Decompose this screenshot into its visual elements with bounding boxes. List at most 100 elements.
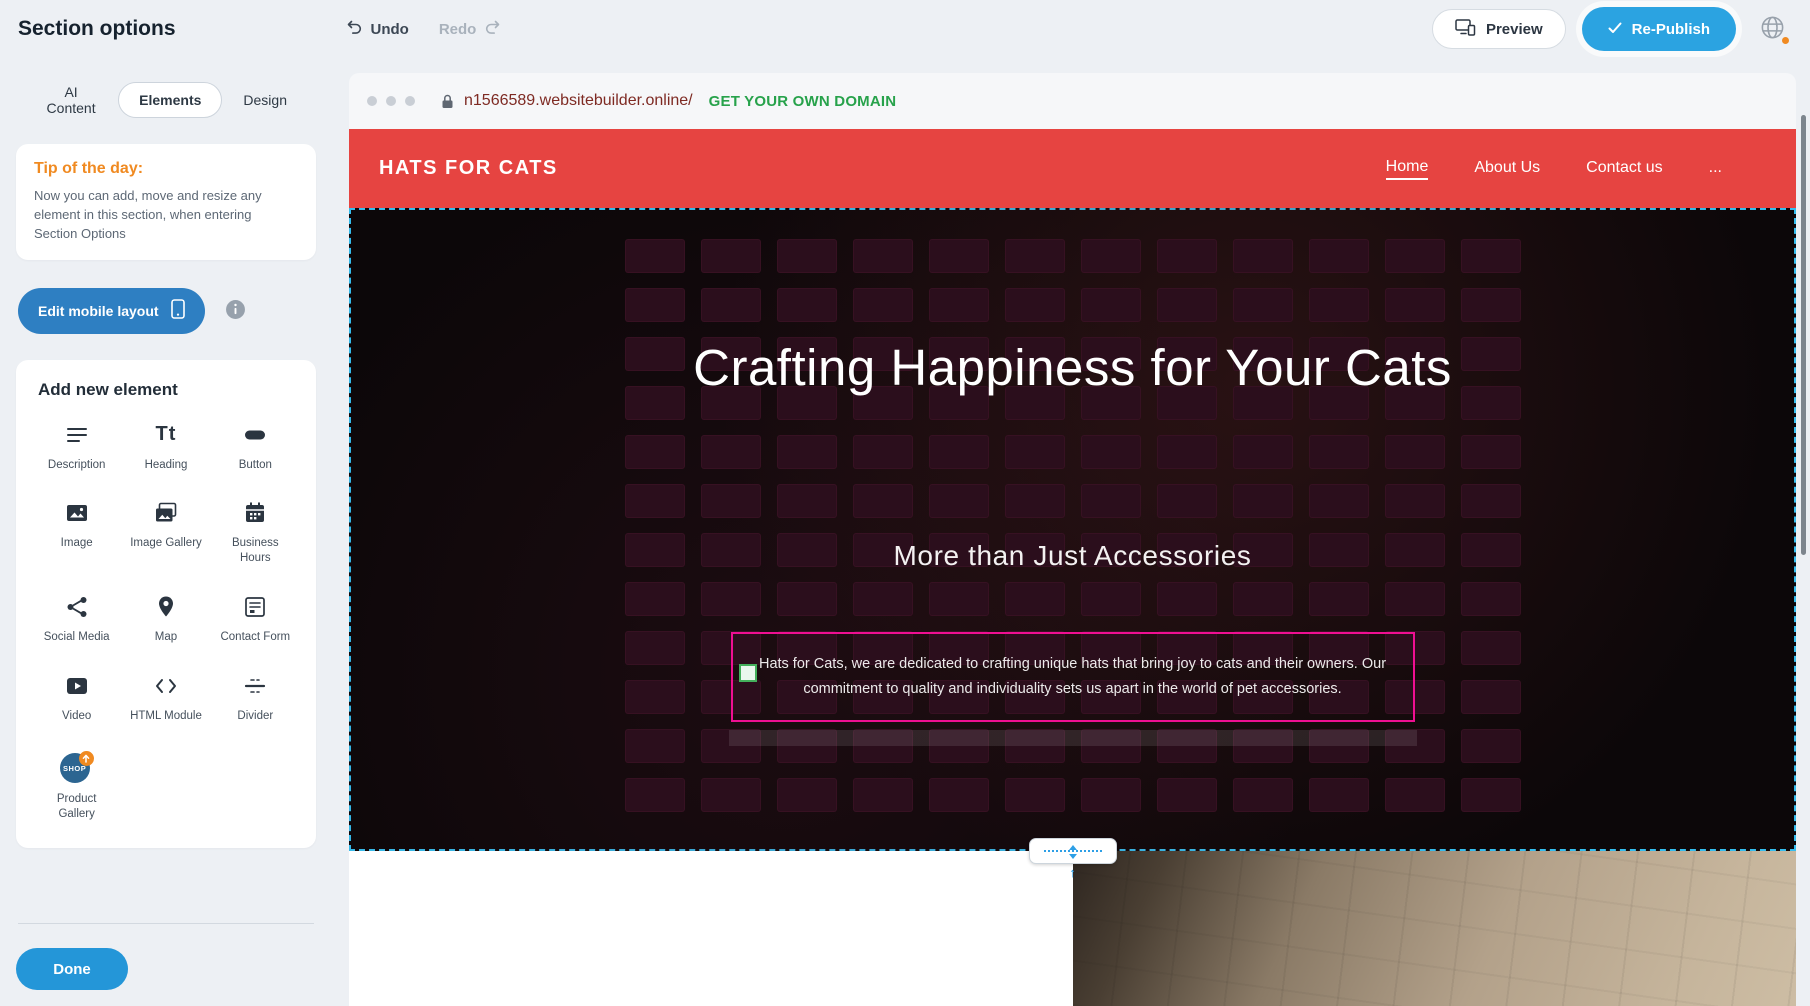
- site-header[interactable]: HATS FOR CATS Home About Us Contact us .…: [349, 129, 1796, 208]
- element-business-hours[interactable]: Business Hours: [211, 498, 300, 566]
- element-video[interactable]: Video: [32, 671, 121, 724]
- devices-icon: [1455, 19, 1476, 40]
- hero-tile: [1005, 435, 1065, 469]
- hero-tile: [1461, 386, 1521, 420]
- section-resize-handle[interactable]: ↑: [1029, 838, 1117, 864]
- html-module-icon: [153, 671, 179, 701]
- selected-text-element[interactable]: Hats for Cats, we are dedicated to craft…: [731, 632, 1415, 722]
- hero-tile: [929, 239, 989, 273]
- hero-tile: [1385, 778, 1445, 812]
- redo-label: Redo: [439, 21, 477, 38]
- tab-elements[interactable]: Elements: [118, 82, 222, 118]
- sidebar-divider: [18, 923, 314, 924]
- hero-section-selected[interactable]: Crafting Happiness for Your Cats More th…: [349, 208, 1796, 851]
- hero-heading[interactable]: Crafting Happiness for Your Cats: [683, 328, 1463, 407]
- element-grid: Description Tt Heading Button: [32, 420, 300, 823]
- tip-title: Tip of the day:: [34, 160, 298, 178]
- hero-tile: [1081, 582, 1141, 616]
- get-domain-link[interactable]: GET YOUR OWN DOMAIN: [709, 93, 897, 110]
- hero-subheading[interactable]: More than Just Accessories: [349, 540, 1796, 572]
- redo-button[interactable]: Redo: [439, 19, 502, 39]
- selection-resize-handle[interactable]: [739, 664, 757, 682]
- hero-tile: [625, 239, 685, 273]
- hero-tile: [701, 239, 761, 273]
- element-map[interactable]: Map: [121, 592, 210, 645]
- editor-canvas: n1566589.websitebuilder.online/ GET YOUR…: [349, 58, 1796, 1006]
- hero-tile: [1157, 435, 1217, 469]
- hero-tile: [625, 484, 685, 518]
- hero-tile: [853, 778, 913, 812]
- undo-button[interactable]: Undo: [346, 19, 409, 39]
- hero-tile: [1157, 239, 1217, 273]
- nav-home[interactable]: Home: [1386, 158, 1429, 180]
- check-icon: [1608, 21, 1622, 38]
- hero-tile: [1461, 484, 1521, 518]
- topbar-actions: Preview Re-Publish: [1432, 7, 1792, 51]
- resize-dots-icon: [1044, 850, 1102, 852]
- hero-tile: [1081, 484, 1141, 518]
- tab-ai-content[interactable]: AI Content: [24, 74, 118, 126]
- hero-tile: [1157, 778, 1217, 812]
- element-heading[interactable]: Tt Heading: [121, 420, 210, 473]
- language-globe-button[interactable]: [1752, 9, 1792, 49]
- element-label: Social Media: [44, 630, 110, 645]
- site-logo: HATS FOR CATS: [379, 157, 558, 180]
- element-contact-form[interactable]: Contact Form: [211, 592, 300, 645]
- hero-tile: [625, 680, 685, 714]
- product-gallery-icon: SHOP: [60, 750, 94, 784]
- element-product-gallery[interactable]: SHOP Product Gallery: [32, 750, 121, 822]
- divider-icon: [242, 671, 268, 701]
- tip-body: Now you can add, move and resize any ele…: [34, 187, 298, 244]
- hero-tile: [1081, 778, 1141, 812]
- hero-tile: [1309, 582, 1369, 616]
- hero-tile: [853, 288, 913, 322]
- hero-tile: [1157, 484, 1217, 518]
- hero-tile: [1005, 778, 1065, 812]
- hero-tile: [1309, 435, 1369, 469]
- edit-mobile-layout-button[interactable]: Edit mobile layout: [18, 288, 205, 334]
- hero-tile: [1005, 239, 1065, 273]
- hover-element-highlight: [729, 730, 1417, 746]
- page-scrollbar[interactable]: [1801, 115, 1806, 555]
- nav-contact-us[interactable]: Contact us: [1586, 159, 1662, 179]
- map-icon: [154, 592, 178, 622]
- hero-tile: [1309, 484, 1369, 518]
- element-button[interactable]: Button: [211, 420, 300, 473]
- nav-more[interactable]: ...: [1709, 159, 1722, 179]
- element-image-gallery[interactable]: Image Gallery: [121, 498, 210, 566]
- preview-button[interactable]: Preview: [1432, 9, 1566, 49]
- element-image[interactable]: Image: [32, 498, 121, 566]
- pavement-photo: [1073, 851, 1796, 1006]
- hero-tile: [929, 484, 989, 518]
- nav-about-us[interactable]: About Us: [1474, 159, 1540, 179]
- element-label: Product Gallery: [40, 792, 114, 822]
- info-icon: [225, 299, 246, 323]
- browser-chrome: n1566589.websitebuilder.online/ GET YOUR…: [349, 73, 1796, 129]
- hero-tile-grid: [625, 239, 1521, 812]
- done-button[interactable]: Done: [16, 948, 128, 990]
- hero-paragraph: Hats for Cats, we are dedicated to craft…: [747, 652, 1399, 703]
- window-dot: [405, 96, 415, 106]
- element-social-media[interactable]: Social Media: [32, 592, 121, 645]
- element-divider[interactable]: Divider: [211, 671, 300, 724]
- element-label: HTML Module: [130, 709, 202, 724]
- republish-label: Re-Publish: [1632, 21, 1710, 38]
- element-description[interactable]: Description: [32, 420, 121, 473]
- tab-design[interactable]: Design: [222, 82, 308, 118]
- hero-tile: [625, 288, 685, 322]
- contact-form-icon: [242, 592, 268, 622]
- hero-tile: [701, 582, 761, 616]
- hero-tile: [777, 239, 837, 273]
- image-icon: [64, 498, 90, 528]
- hero-tile: [929, 288, 989, 322]
- upgrade-badge-icon: [79, 751, 94, 766]
- hero-tile: [701, 484, 761, 518]
- topbar: Section options Undo Redo Preview: [0, 0, 1810, 58]
- mobile-info-button[interactable]: [225, 299, 246, 323]
- hero-tile: [1233, 239, 1293, 273]
- image-gallery-icon: [153, 498, 179, 528]
- hero-tile: [1005, 288, 1065, 322]
- republish-button[interactable]: Re-Publish: [1582, 7, 1736, 51]
- element-html-module[interactable]: HTML Module: [121, 671, 210, 724]
- hero-tile: [1157, 288, 1217, 322]
